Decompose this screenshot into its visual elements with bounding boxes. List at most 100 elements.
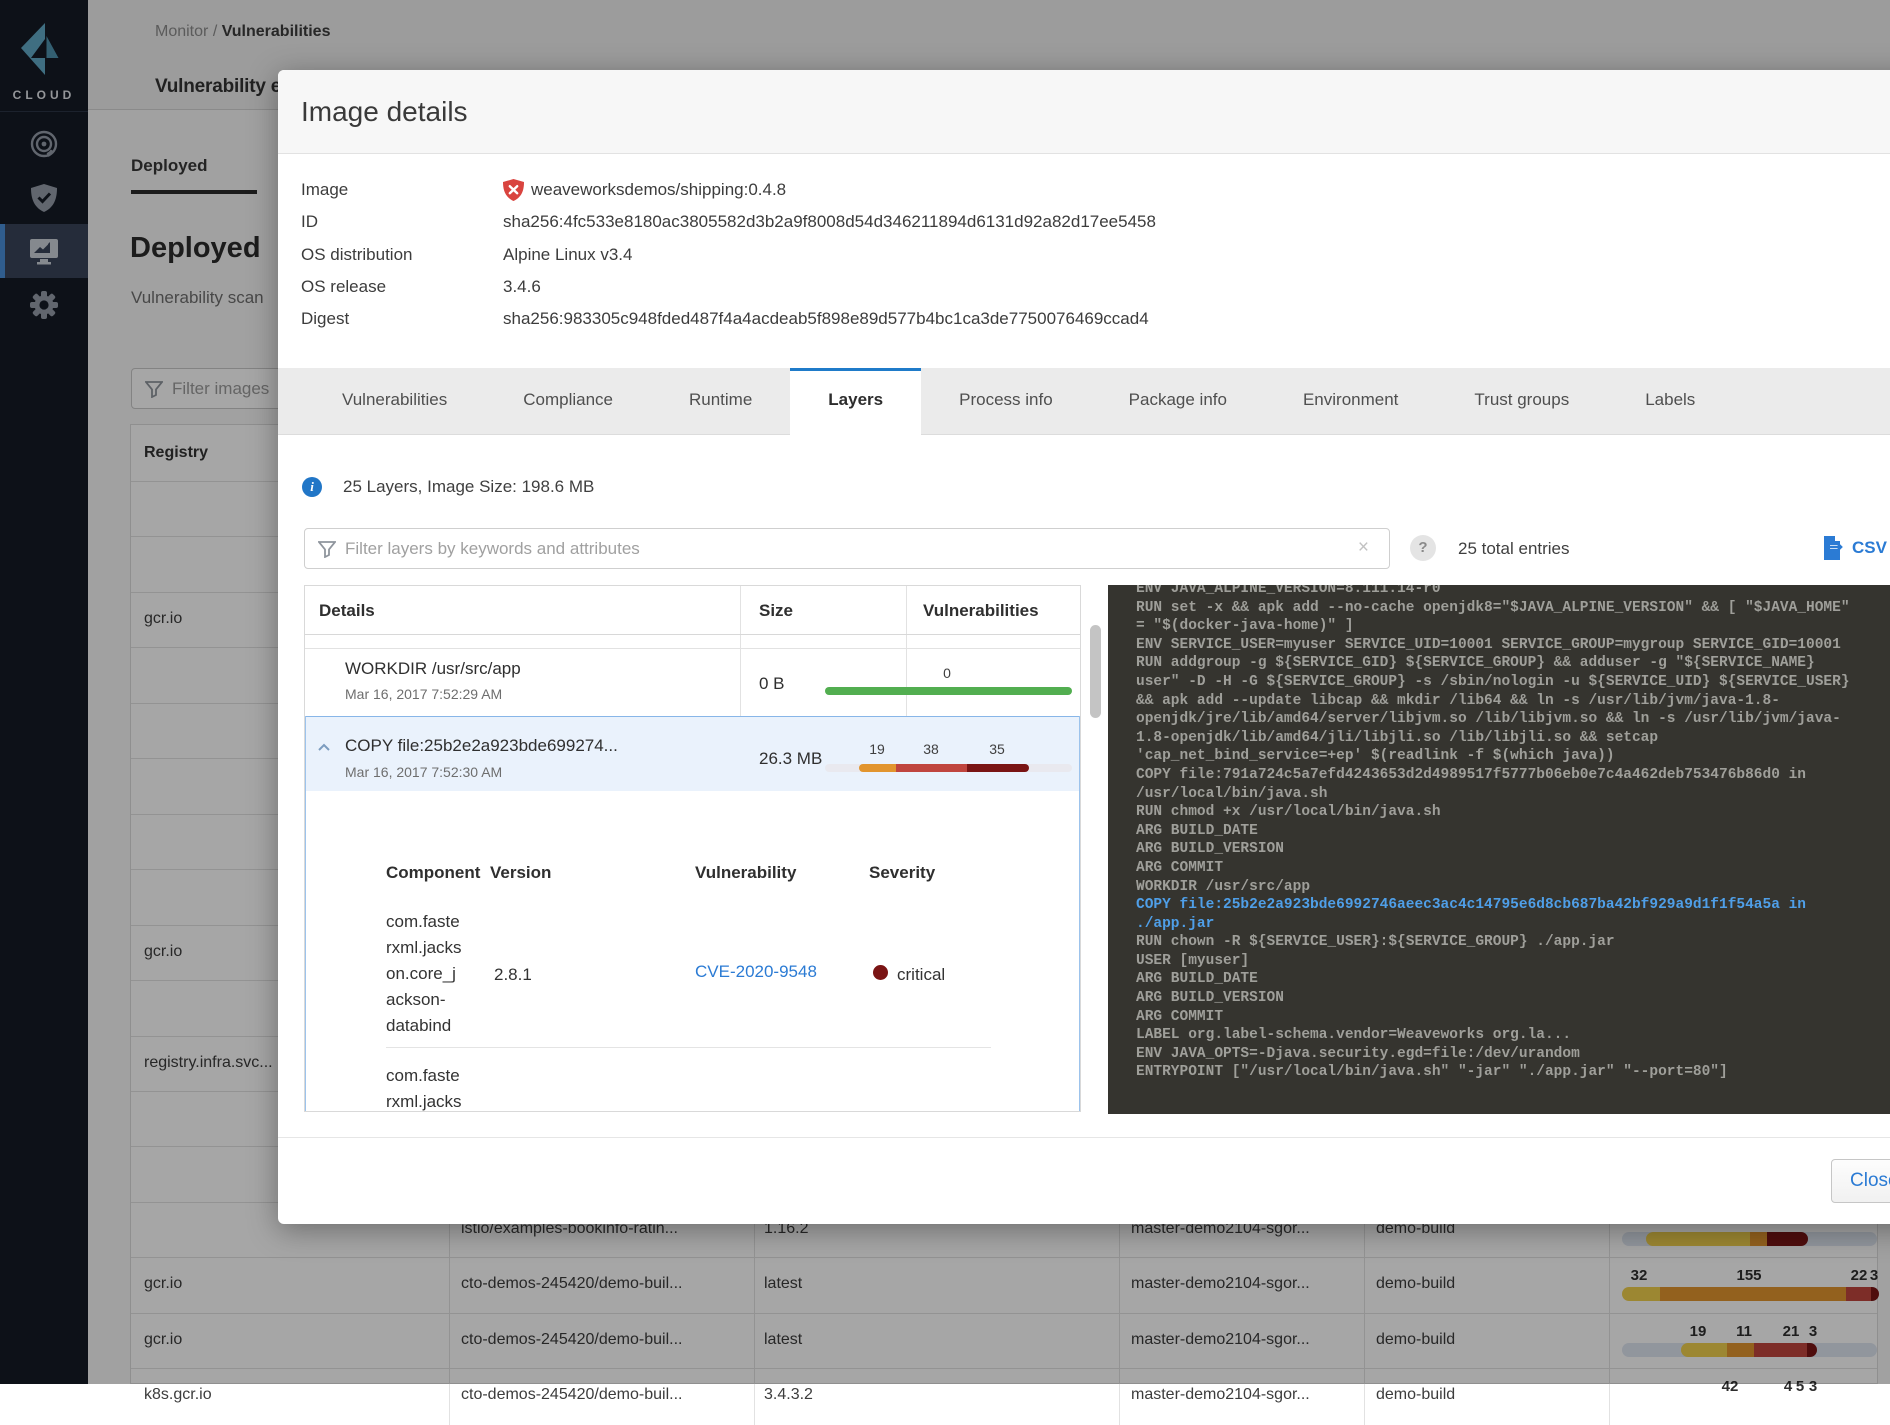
field-label-os-release: OS release bbox=[301, 277, 386, 297]
dockerfile-line: ARG BUILD_VERSION bbox=[1136, 990, 1284, 1006]
dockerfile-line: RUN set -x && apk add --no-cache openjdk… bbox=[1136, 600, 1850, 616]
layer-size: 0 B bbox=[759, 674, 785, 694]
layers-summary: 25 Layers, Image Size: 198.6 MB bbox=[343, 477, 594, 497]
cell-build: demo-build bbox=[1376, 1386, 1455, 1404]
field-value-id: sha256:4fc533e8180ac3805582d3b2a9f8008d5… bbox=[503, 212, 1156, 232]
dockerfile-line: user" -D -H -G ${SERVICE_GROUP} -s /sbin… bbox=[1136, 674, 1850, 690]
dockerfile-line: openjdk/jre/lib/amd64/server/libjvm.so /… bbox=[1136, 711, 1841, 727]
filter-layers-input[interactable]: Filter layers by keywords and attributes… bbox=[304, 528, 1390, 569]
dockerfile-line: ENV JAVA_ALPINE_VERSION=8.111.14-r0 bbox=[1136, 585, 1441, 597]
dockerfile-line: ARG BUILD_VERSION bbox=[1136, 841, 1284, 857]
field-label-digest: Digest bbox=[301, 309, 349, 329]
component-name-partial: com.fasterxml.jacks bbox=[386, 1063, 462, 1112]
component-name-line: rxml.jacks bbox=[386, 1089, 462, 1112]
layers-table: Details Size Vulnerabilities WORKDIR /us… bbox=[304, 585, 1081, 1112]
modal-tab-package-info[interactable]: Package info bbox=[1091, 368, 1265, 435]
severity-dot-critical bbox=[873, 965, 888, 980]
dockerfile-line: WORKDIR /usr/src/app bbox=[1136, 879, 1310, 895]
cell-name: cto-demos-245420/demo-buil... bbox=[461, 1386, 682, 1404]
bar-label: 0 bbox=[943, 665, 951, 681]
cell-tag: 3.4.3.2 bbox=[764, 1386, 813, 1404]
field-label-image: Image bbox=[301, 180, 348, 200]
dockerfile-line: 'cap_net_bind_service=+ep' $(readlink -f… bbox=[1136, 748, 1615, 764]
column-header-version: Version bbox=[490, 863, 551, 883]
modal-footer: Close bbox=[278, 1137, 1890, 1224]
image-details-modal: Image details Image weaveworksdemos/ship… bbox=[278, 70, 1890, 1224]
dockerfile-line: LABEL org.label-schema.vendor=Weaveworks… bbox=[1136, 1027, 1571, 1043]
filter-layers-placeholder: Filter layers by keywords and attributes bbox=[345, 539, 640, 559]
field-value-os-distribution: Alpine Linux v3.4 bbox=[503, 245, 632, 265]
row-divider bbox=[386, 1047, 991, 1048]
dockerfile-line: && apk add --update libcap && mkdir /lib… bbox=[1136, 693, 1780, 709]
dockerfile-line: ARG COMMIT bbox=[1136, 860, 1223, 876]
header-divider bbox=[305, 634, 1080, 635]
column-header-component: Component bbox=[386, 863, 480, 883]
column-header-vulnerability: Vulnerability bbox=[695, 863, 796, 883]
dockerfile-line: RUN addgroup -g ${SERVICE_GID} ${SERVICE… bbox=[1136, 655, 1815, 671]
cve-link[interactable]: CVE-2020-9548 bbox=[695, 962, 817, 982]
cell-registry: k8s.gcr.io bbox=[144, 1386, 212, 1404]
modal-tab-runtime[interactable]: Runtime bbox=[651, 368, 790, 435]
total-entries: 25 total entries bbox=[1458, 539, 1570, 559]
modal-tab-layers[interactable]: Layers bbox=[790, 368, 921, 435]
field-value-os-release: 3.4.6 bbox=[503, 277, 541, 297]
dockerfile-line: ARG BUILD_DATE bbox=[1136, 971, 1258, 987]
field-label-id: ID bbox=[301, 212, 318, 232]
dockerfile-line: RUN chown -R ${SERVICE_USER}:${SERVICE_G… bbox=[1136, 934, 1615, 950]
modal-tab-trust-groups[interactable]: Trust groups bbox=[1436, 368, 1607, 435]
component-name-line: on.core_j bbox=[386, 961, 462, 987]
dockerfile-line: = "$(docker-java-home)" ] bbox=[1136, 618, 1354, 634]
shield-x-icon bbox=[503, 179, 524, 201]
component-name-line: rxml.jacks bbox=[386, 935, 462, 961]
component-name-line: databind bbox=[386, 1013, 462, 1039]
dockerfile-line: ARG COMMIT bbox=[1136, 1009, 1223, 1025]
dockerfile-line: ARG BUILD_DATE bbox=[1136, 823, 1258, 839]
component-name-line: com.faste bbox=[386, 909, 462, 935]
layer-date: Mar 16, 2017 7:52:29 AM bbox=[345, 686, 502, 702]
csv-label: CSV bbox=[1852, 538, 1887, 558]
column-header-vulnerabilities[interactable]: Vulnerabilities bbox=[923, 601, 1039, 621]
field-value-image: weaveworksdemos/shipping:0.4.8 bbox=[531, 180, 786, 200]
column-header-severity: Severity bbox=[869, 863, 935, 883]
info-icon: i bbox=[302, 477, 322, 497]
modal-tab-environment[interactable]: Environment bbox=[1265, 368, 1436, 435]
dockerfile-line: USER [myuser] bbox=[1136, 953, 1249, 969]
column-header-details[interactable]: Details bbox=[319, 601, 375, 621]
component-name-line: com.faste bbox=[386, 1063, 462, 1089]
dockerfile-commands: ENV JAVA_ALPINE_VERSION=8.111.14-r0 RUN … bbox=[1136, 585, 1890, 1082]
component-name: com.fasterxml.jackson.core_jackson-datab… bbox=[386, 909, 462, 1039]
scrollbar-thumb[interactable] bbox=[1090, 625, 1101, 718]
dockerfile-line: 1.8-openjdk/lib/amd64/jli/libjli.so /lib… bbox=[1136, 730, 1658, 746]
dockerfile-terminal: ENV JAVA_ALPINE_VERSION=8.111.14-r0 RUN … bbox=[1108, 585, 1890, 1114]
close-button[interactable]: Close bbox=[1831, 1159, 1890, 1203]
dockerfile-line: ENV SERVICE_USER=myuser SERVICE_UID=1000… bbox=[1136, 637, 1841, 653]
help-icon[interactable]: ? bbox=[1410, 535, 1436, 561]
dockerfile-line: /usr/local/bin/java.sh bbox=[1136, 786, 1327, 802]
dockerfile-line: ENTRYPOINT ["/usr/local/bin/java.sh" "-j… bbox=[1136, 1064, 1728, 1080]
column-header-size[interactable]: Size bbox=[759, 601, 793, 621]
dockerfile-line: ENV JAVA_OPTS=-Djava.security.egd=file:/… bbox=[1136, 1046, 1580, 1062]
layer-title: WORKDIR /usr/src/app bbox=[345, 659, 521, 679]
modal-tab-labels[interactable]: Labels bbox=[1607, 368, 1733, 435]
component-name-line: ackson- bbox=[386, 987, 462, 1013]
modal-tab-compliance[interactable]: Compliance bbox=[485, 368, 651, 435]
modal-tab-vulnerabilities[interactable]: Vulnerabilities bbox=[304, 368, 485, 435]
row-divider bbox=[305, 648, 1080, 649]
modal-tab-process-info[interactable]: Process info bbox=[921, 368, 1091, 435]
vulnerability-bar-ok bbox=[825, 687, 1072, 695]
field-value-digest: sha256:983305c948fded487f4a4acdeab5f898e… bbox=[503, 309, 1149, 329]
modal-title: Image details bbox=[301, 96, 468, 128]
modal-header: Image details bbox=[278, 70, 1890, 154]
dockerfile-line: RUN chmod +x /usr/local/bin/java.sh bbox=[1136, 804, 1441, 820]
clear-filter-icon[interactable]: × bbox=[1358, 537, 1369, 559]
dockerfile-line-highlighted: ./app.jar bbox=[1136, 916, 1214, 932]
cell-branch: master-demo2104-sgor... bbox=[1131, 1386, 1310, 1404]
severity-label: critical bbox=[897, 962, 945, 988]
dockerfile-line: COPY file:791a724c5a7efd4243653d2d498951… bbox=[1136, 767, 1806, 783]
dockerfile-line-highlighted: COPY file:25b2e2a923bde6992746aeec3ac4c1… bbox=[1136, 897, 1806, 913]
field-label-os-distribution: OS distribution bbox=[301, 245, 413, 265]
funnel-icon bbox=[318, 540, 336, 558]
component-version: 2.8.1 bbox=[494, 962, 532, 988]
modal-tabs: VulnerabilitiesComplianceRuntimeLayersPr… bbox=[278, 368, 1890, 435]
csv-export-icon bbox=[1822, 535, 1846, 561]
